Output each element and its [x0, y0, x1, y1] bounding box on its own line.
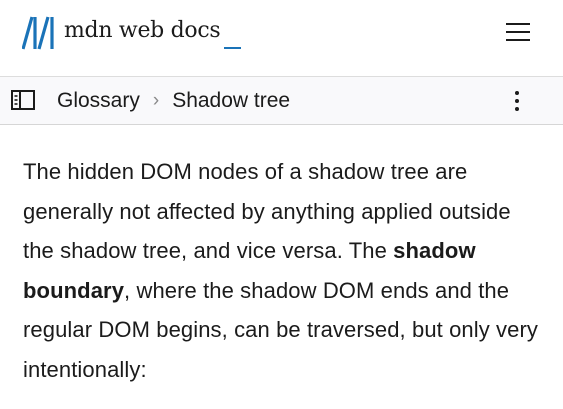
breadcrumb-bar: Glossary › Shadow tree	[0, 77, 563, 125]
sidebar-toggle-button[interactable]	[9, 88, 37, 112]
logo-text: mdn web docs	[64, 18, 221, 43]
mdn-logo-link[interactable]: mdn web docs	[22, 16, 242, 50]
mdn-logo-icon	[22, 16, 54, 50]
site-header: mdn web docs	[0, 0, 563, 77]
breadcrumb-glossary-link[interactable]: Glossary	[57, 89, 140, 113]
breadcrumb-shadow-tree-link[interactable]: Shadow tree	[172, 89, 290, 113]
breadcrumb-separator: ›	[152, 90, 160, 111]
hamburger-menu-icon	[506, 23, 530, 41]
logo-cursor	[224, 47, 242, 49]
menu-button[interactable]	[502, 18, 534, 46]
article-paragraph: The hidden DOM nodes of a shadow tree ar…	[23, 152, 543, 390]
page: mdn web docs Glossary › Shadow tree The …	[0, 0, 563, 409]
more-options-button[interactable]	[506, 87, 528, 115]
kebab-menu-icon	[515, 91, 519, 111]
article-body: The hidden DOM nodes of a shadow tree ar…	[23, 152, 543, 390]
breadcrumb: Glossary › Shadow tree	[57, 89, 290, 113]
sidebar-toggle-icon	[11, 90, 35, 110]
